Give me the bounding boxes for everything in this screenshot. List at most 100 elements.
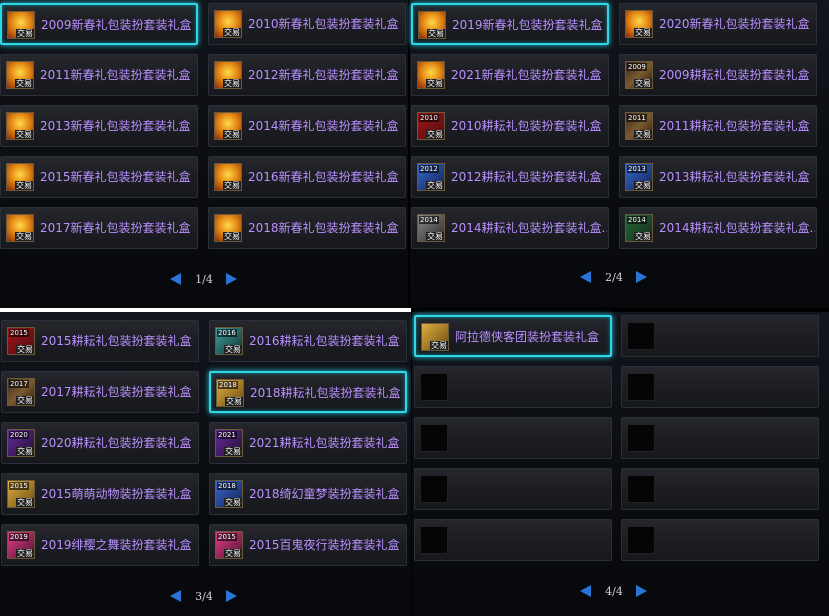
- item-slot[interactable]: 交易 2015新春礼包装扮套装礼盒: [0, 156, 198, 198]
- item-slot[interactable]: 2020 交易 2020耕耘礼包装扮套装礼盒: [1, 422, 199, 464]
- item-name: 2014耕耘礼包装扮套装礼盒...: [659, 221, 815, 235]
- panel-divider: [0, 308, 411, 312]
- empty-item-slot[interactable]: [621, 417, 819, 459]
- item-slot[interactable]: 2021 交易 2021耕耘礼包装扮套装礼盒: [209, 422, 407, 464]
- gift-box-icon: 2015 交易: [7, 480, 35, 508]
- item-slot[interactable]: 2012 交易 2012耕耘礼包装扮套装礼盒: [411, 156, 609, 198]
- item-slot[interactable]: 交易 2013新春礼包装扮套装礼盒: [0, 105, 198, 147]
- item-slot[interactable]: 2015 交易 2015萌萌动物装扮套装礼盒: [1, 473, 199, 515]
- item-name: 2019绯樱之舞装扮套装礼盒: [41, 538, 192, 552]
- item-name: 2018耕耘礼包装扮套装礼盒: [250, 386, 401, 400]
- prev-page-arrow-icon[interactable]: [580, 585, 591, 597]
- item-year-label: 2019: [9, 533, 29, 541]
- item-year-label: 2015: [9, 482, 29, 490]
- empty-slot-icon: [420, 424, 448, 452]
- gift-box-icon: 交易: [214, 112, 242, 140]
- empty-slot-icon: [627, 373, 655, 401]
- item-slot[interactable]: 交易 2021新春礼包装扮套装礼盒: [411, 54, 609, 96]
- item-name: 2021新春礼包装扮套装礼盒: [451, 68, 602, 82]
- item-slot[interactable]: 交易 2017新春礼包装扮套装礼盒: [0, 207, 198, 249]
- empty-item-slot[interactable]: [414, 468, 612, 510]
- item-slot[interactable]: 2013 交易 2013耕耘礼包装扮套装礼盒: [619, 156, 817, 198]
- gift-box-icon: 2016 交易: [215, 327, 243, 355]
- item-slot[interactable]: 交易 阿拉德侠客团装扮套装礼盒: [414, 315, 612, 357]
- trade-tag: 交易: [223, 79, 241, 88]
- prev-page-arrow-icon[interactable]: [170, 590, 181, 602]
- item-slot[interactable]: 交易 2012新春礼包装扮套装礼盒: [208, 54, 406, 96]
- item-year-label: 2014: [627, 216, 647, 224]
- empty-item-slot[interactable]: [414, 366, 612, 408]
- item-year-label: 2013: [627, 165, 647, 173]
- gift-box-icon: 交易: [6, 112, 34, 140]
- item-name: 2018新春礼包装扮套装礼盒: [248, 221, 399, 235]
- trade-tag: 交易: [426, 130, 444, 139]
- empty-item-slot[interactable]: [621, 315, 819, 357]
- item-slot[interactable]: 交易 2010新春礼包装扮套装礼盒: [208, 3, 406, 45]
- item-name: 2009耕耘礼包装扮套装礼盒: [659, 68, 810, 82]
- empty-slot-icon: [627, 526, 655, 554]
- next-page-arrow-icon[interactable]: [636, 585, 647, 597]
- pagination: 1/4: [170, 271, 240, 287]
- trade-tag: 交易: [634, 130, 652, 139]
- trade-tag: 交易: [634, 181, 652, 190]
- empty-item-slot[interactable]: [621, 519, 819, 561]
- item-year-label: 2020: [9, 431, 29, 439]
- trade-tag: 交易: [15, 79, 33, 88]
- trade-tag: 交易: [426, 181, 444, 190]
- next-page-arrow-icon[interactable]: [226, 590, 237, 602]
- empty-item-slot[interactable]: [621, 366, 819, 408]
- empty-slot-icon: [627, 322, 655, 350]
- item-slot[interactable]: 2014 交易 2014耕耘礼包装扮套装礼盒...: [619, 207, 817, 249]
- item-slot[interactable]: 2018 交易 2018绮幻童梦装扮套装礼盒: [209, 473, 407, 515]
- item-year-label: 2014: [419, 216, 439, 224]
- item-year-label: 2015: [9, 329, 29, 337]
- inventory-panel-page-2: [410, 0, 829, 308]
- item-name: 2012新春礼包装扮套装礼盒: [248, 68, 399, 82]
- item-year-label: 2021: [217, 431, 237, 439]
- item-slot[interactable]: 2009 交易 2009耕耘礼包装扮套装礼盒: [619, 54, 817, 96]
- prev-page-arrow-icon[interactable]: [580, 271, 591, 283]
- item-slot[interactable]: 交易 2014新春礼包装扮套装礼盒: [208, 105, 406, 147]
- item-slot[interactable]: 交易 2020新春礼包装扮套装礼盒: [619, 3, 817, 45]
- trade-tag: 交易: [223, 181, 241, 190]
- item-slot[interactable]: 2015 交易 2015耕耘礼包装扮套装礼盒: [1, 320, 199, 362]
- item-name: 2014新春礼包装扮套装礼盒: [248, 119, 399, 133]
- item-slot[interactable]: 2016 交易 2016耕耘礼包装扮套装礼盒: [209, 320, 407, 362]
- item-year-label: 2009: [627, 63, 647, 71]
- page-indicator: 2/4: [605, 271, 623, 284]
- item-slot[interactable]: 2014 交易 2014耕耘礼包装扮套装礼盒...: [411, 207, 609, 249]
- empty-slot-icon: [420, 373, 448, 401]
- item-slot[interactable]: 2011 交易 2011耕耘礼包装扮套装礼盒: [619, 105, 817, 147]
- item-name: 2014耕耘礼包装扮套装礼盒...: [451, 221, 607, 235]
- item-year-label: 2018: [217, 482, 237, 490]
- item-slot[interactable]: 交易 2019新春礼包装扮套装礼盒: [411, 3, 609, 45]
- empty-item-slot[interactable]: [621, 468, 819, 510]
- empty-item-slot[interactable]: [414, 417, 612, 459]
- item-slot[interactable]: 2017 交易 2017耕耘礼包装扮套装礼盒: [1, 371, 199, 413]
- trade-tag: 交易: [427, 29, 445, 38]
- trade-tag: 交易: [224, 345, 242, 354]
- prev-page-arrow-icon[interactable]: [170, 273, 181, 285]
- next-page-arrow-icon[interactable]: [226, 273, 237, 285]
- gift-box-icon: 2017 交易: [7, 378, 35, 406]
- empty-item-slot[interactable]: [414, 519, 612, 561]
- item-slot[interactable]: 2015 交易 2015百鬼夜行装扮套装礼盒: [209, 524, 407, 566]
- item-name: 2016新春礼包装扮套装礼盒: [248, 170, 399, 184]
- item-slot[interactable]: 2010 交易 2010耕耘礼包装扮套装礼盒: [411, 105, 609, 147]
- item-slot[interactable]: 2019 交易 2019绯樱之舞装扮套装礼盒: [1, 524, 199, 566]
- item-slot[interactable]: 交易 2009新春礼包装扮套装礼盒: [0, 3, 198, 45]
- item-name: 2011新春礼包装扮套装礼盒: [40, 68, 191, 82]
- next-page-arrow-icon[interactable]: [636, 271, 647, 283]
- item-name: 2019新春礼包装扮套装礼盒: [452, 18, 603, 32]
- page-indicator: 4/4: [605, 585, 623, 598]
- item-name: 2013新春礼包装扮套装礼盒: [40, 119, 191, 133]
- item-slot[interactable]: 交易 2018新春礼包装扮套装礼盒: [208, 207, 406, 249]
- item-slot[interactable]: 交易 2016新春礼包装扮套装礼盒: [208, 156, 406, 198]
- item-year-label: 2011: [627, 114, 647, 122]
- item-slot[interactable]: 交易 2011新春礼包装扮套装礼盒: [0, 54, 198, 96]
- item-name: 阿拉德侠客团装扮套装礼盒: [455, 330, 600, 344]
- item-slot[interactable]: 2018 交易 2018耕耘礼包装扮套装礼盒: [209, 371, 407, 413]
- empty-slot-icon: [420, 526, 448, 554]
- item-name: 2015新春礼包装扮套装礼盒: [40, 170, 191, 184]
- trade-tag: 交易: [634, 232, 652, 241]
